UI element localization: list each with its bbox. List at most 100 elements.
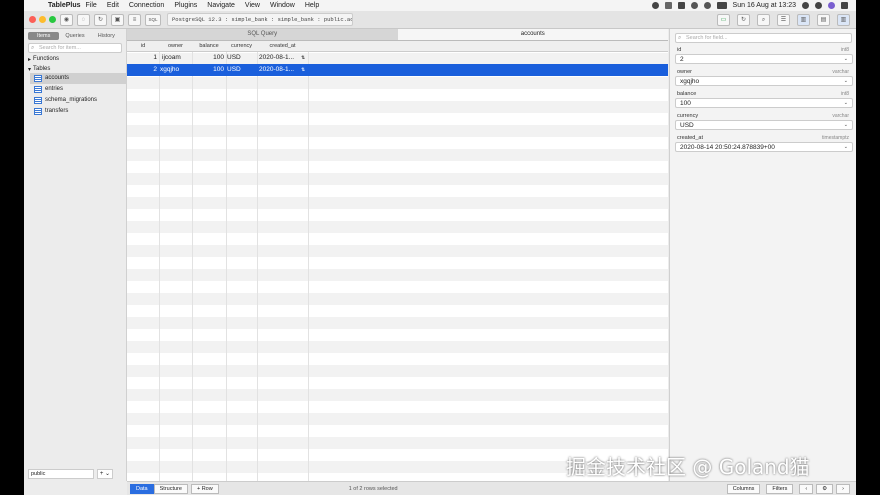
watermark: 掘金技术社区 @ Goland猫: [566, 455, 810, 479]
cell-id[interactable]: 1: [127, 52, 157, 64]
field-value-input[interactable]: 2020-08-14 20:50:24.878839+00: [675, 142, 853, 152]
volume-icon[interactable]: [703, 2, 711, 9]
column-header-created-at[interactable]: created_at: [257, 41, 308, 51]
right-panel-icon[interactable]: ▥: [837, 13, 850, 26]
status-bar: Data Structure + Row 1 of 2 rows selecte…: [127, 481, 856, 495]
add-row-button[interactable]: + Row: [190, 484, 219, 494]
tab-history[interactable]: History: [91, 32, 122, 40]
next-page-icon[interactable]: ›: [836, 484, 850, 494]
add-item-button[interactable]: + ⌄: [97, 469, 113, 479]
cell-currency[interactable]: USD: [227, 52, 256, 64]
search-icon[interactable]: [802, 2, 809, 9]
siri-icon[interactable]: [828, 2, 835, 9]
dropbox-icon[interactable]: [664, 2, 672, 9]
chevron-down-icon[interactable]: ⌄: [844, 120, 848, 130]
tab-accounts[interactable]: accounts: [397, 29, 668, 40]
cloud-icon[interactable]: ▭: [717, 13, 730, 26]
layout-icon[interactable]: ☰: [777, 13, 790, 26]
bottom-panel-icon[interactable]: ▤: [817, 13, 830, 26]
close-button[interactable]: [29, 16, 36, 23]
cell-owner[interactable]: xgqjho: [160, 64, 189, 76]
gear-icon[interactable]: ⚙: [816, 484, 834, 494]
reload-icon[interactable]: ↻: [737, 13, 750, 26]
stepper-icon[interactable]: ⇅: [301, 52, 305, 64]
cell-created-at[interactable]: 2020-08-1...: [259, 64, 299, 76]
lock-icon[interactable]: ▣: [111, 13, 124, 26]
record-icon[interactable]: [651, 2, 659, 9]
search-toolbar-icon[interactable]: ⌕: [757, 13, 770, 26]
tab-sql-query[interactable]: SQL Query: [127, 29, 398, 40]
field-value-input[interactable]: xgqjho: [675, 76, 853, 86]
sidebar-item-entries[interactable]: entries: [34, 84, 126, 95]
stop-icon[interactable]: ◉: [60, 13, 73, 26]
user-icon[interactable]: [815, 2, 822, 9]
cell-balance[interactable]: 100: [192, 52, 224, 64]
prev-page-icon[interactable]: ‹: [799, 484, 814, 494]
connection-info: PostgreSQL 12.3 : simple_bank : simple_b…: [167, 13, 353, 26]
column-header-owner[interactable]: owner: [159, 41, 192, 51]
row-detail-panel: Search for field... id int8 2 ⌄ owner va…: [669, 29, 856, 481]
left-panel-icon[interactable]: ▥: [797, 13, 810, 26]
columns-button[interactable]: Columns: [726, 484, 761, 494]
chevron-down-icon[interactable]: ⌄: [844, 54, 848, 64]
sidebar-search-input[interactable]: Search for item...: [28, 43, 122, 53]
column-header-balance[interactable]: balance: [192, 41, 226, 51]
sql-button[interactable]: SQL: [145, 13, 161, 26]
control-center-icon[interactable]: [841, 2, 848, 9]
chevron-down-icon[interactable]: ⌄: [844, 142, 848, 152]
sidebar-item-accounts[interactable]: accounts: [30, 73, 126, 84]
table-name: transfers: [45, 108, 69, 114]
menu-connection[interactable]: Connection: [129, 2, 164, 9]
table-name: accounts: [45, 75, 70, 81]
menu-help[interactable]: Help: [305, 2, 319, 9]
sidebar-segmented-control: Items Queries History: [28, 32, 122, 40]
cell-created-at[interactable]: 2020-08-1...: [259, 52, 299, 64]
menu-window[interactable]: Window: [270, 2, 295, 9]
field-value-input[interactable]: 2: [675, 54, 853, 64]
column-header-currency[interactable]: currency: [226, 41, 257, 51]
column-header-id[interactable]: id: [127, 41, 159, 51]
zoom-button[interactable]: [49, 16, 56, 23]
tab-queries[interactable]: Queries: [59, 32, 90, 40]
data-view-button[interactable]: Data: [130, 484, 154, 494]
clock[interactable]: Sun 16 Aug at 13:23: [733, 2, 796, 9]
selection-info: 1 of 2 rows selected: [348, 486, 398, 492]
cell-currency[interactable]: USD: [227, 64, 256, 76]
schema-select[interactable]: public: [28, 469, 94, 479]
sidebar-item-transfers[interactable]: transfers: [34, 106, 126, 117]
table-icon: [34, 86, 42, 93]
data-grid[interactable]: id owner balance currency created_at 1 i…: [127, 41, 668, 481]
table-row[interactable]: 1 ijcoam 100 USD 2020-08-1... ⇅: [127, 52, 668, 64]
menu-navigate[interactable]: Navigate: [207, 2, 235, 9]
structure-view-button[interactable]: Structure: [153, 484, 188, 494]
menu-edit[interactable]: Edit: [107, 2, 119, 9]
sidebar-item-schema-migrations[interactable]: schema_migrations: [34, 95, 126, 106]
field-search-input[interactable]: Search for field...: [675, 33, 852, 43]
cell-id[interactable]: 2: [127, 64, 157, 76]
field-value-input[interactable]: USD: [675, 120, 853, 130]
database-icon[interactable]: ≡: [128, 13, 141, 26]
table-row[interactable]: 2 xgqjho 100 USD 2020-08-1... ⇅: [127, 64, 668, 76]
wifi-icon[interactable]: [690, 2, 698, 9]
refresh-icon[interactable]: ↻: [94, 13, 107, 26]
chevron-down-icon[interactable]: ⌄: [844, 98, 848, 108]
table-icon: [34, 97, 42, 104]
cell-owner[interactable]: ijcoam: [162, 52, 191, 64]
field-value-input[interactable]: 100: [675, 98, 853, 108]
stepper-icon[interactable]: ⇅: [301, 64, 305, 76]
cell-balance[interactable]: 100: [192, 64, 224, 76]
tree-functions[interactable]: ▸ Functions: [28, 56, 126, 63]
display-icon[interactable]: [677, 2, 685, 9]
tab-items[interactable]: Items: [28, 32, 60, 40]
menu-plugins[interactable]: Plugins: [174, 2, 197, 9]
battery-icon[interactable]: [716, 2, 727, 9]
filters-button[interactable]: Filters: [766, 484, 794, 494]
preview-icon[interactable]: ◌: [77, 13, 90, 26]
menu-app-name[interactable]: TablePlus: [48, 2, 81, 9]
field-type: varchar: [832, 113, 849, 119]
menu-view[interactable]: View: [245, 2, 260, 9]
tree-tables[interactable]: ▾ Tables: [28, 66, 126, 73]
menu-file[interactable]: File: [86, 2, 97, 9]
minimize-button[interactable]: [39, 16, 46, 23]
chevron-down-icon[interactable]: ⌄: [844, 76, 848, 86]
